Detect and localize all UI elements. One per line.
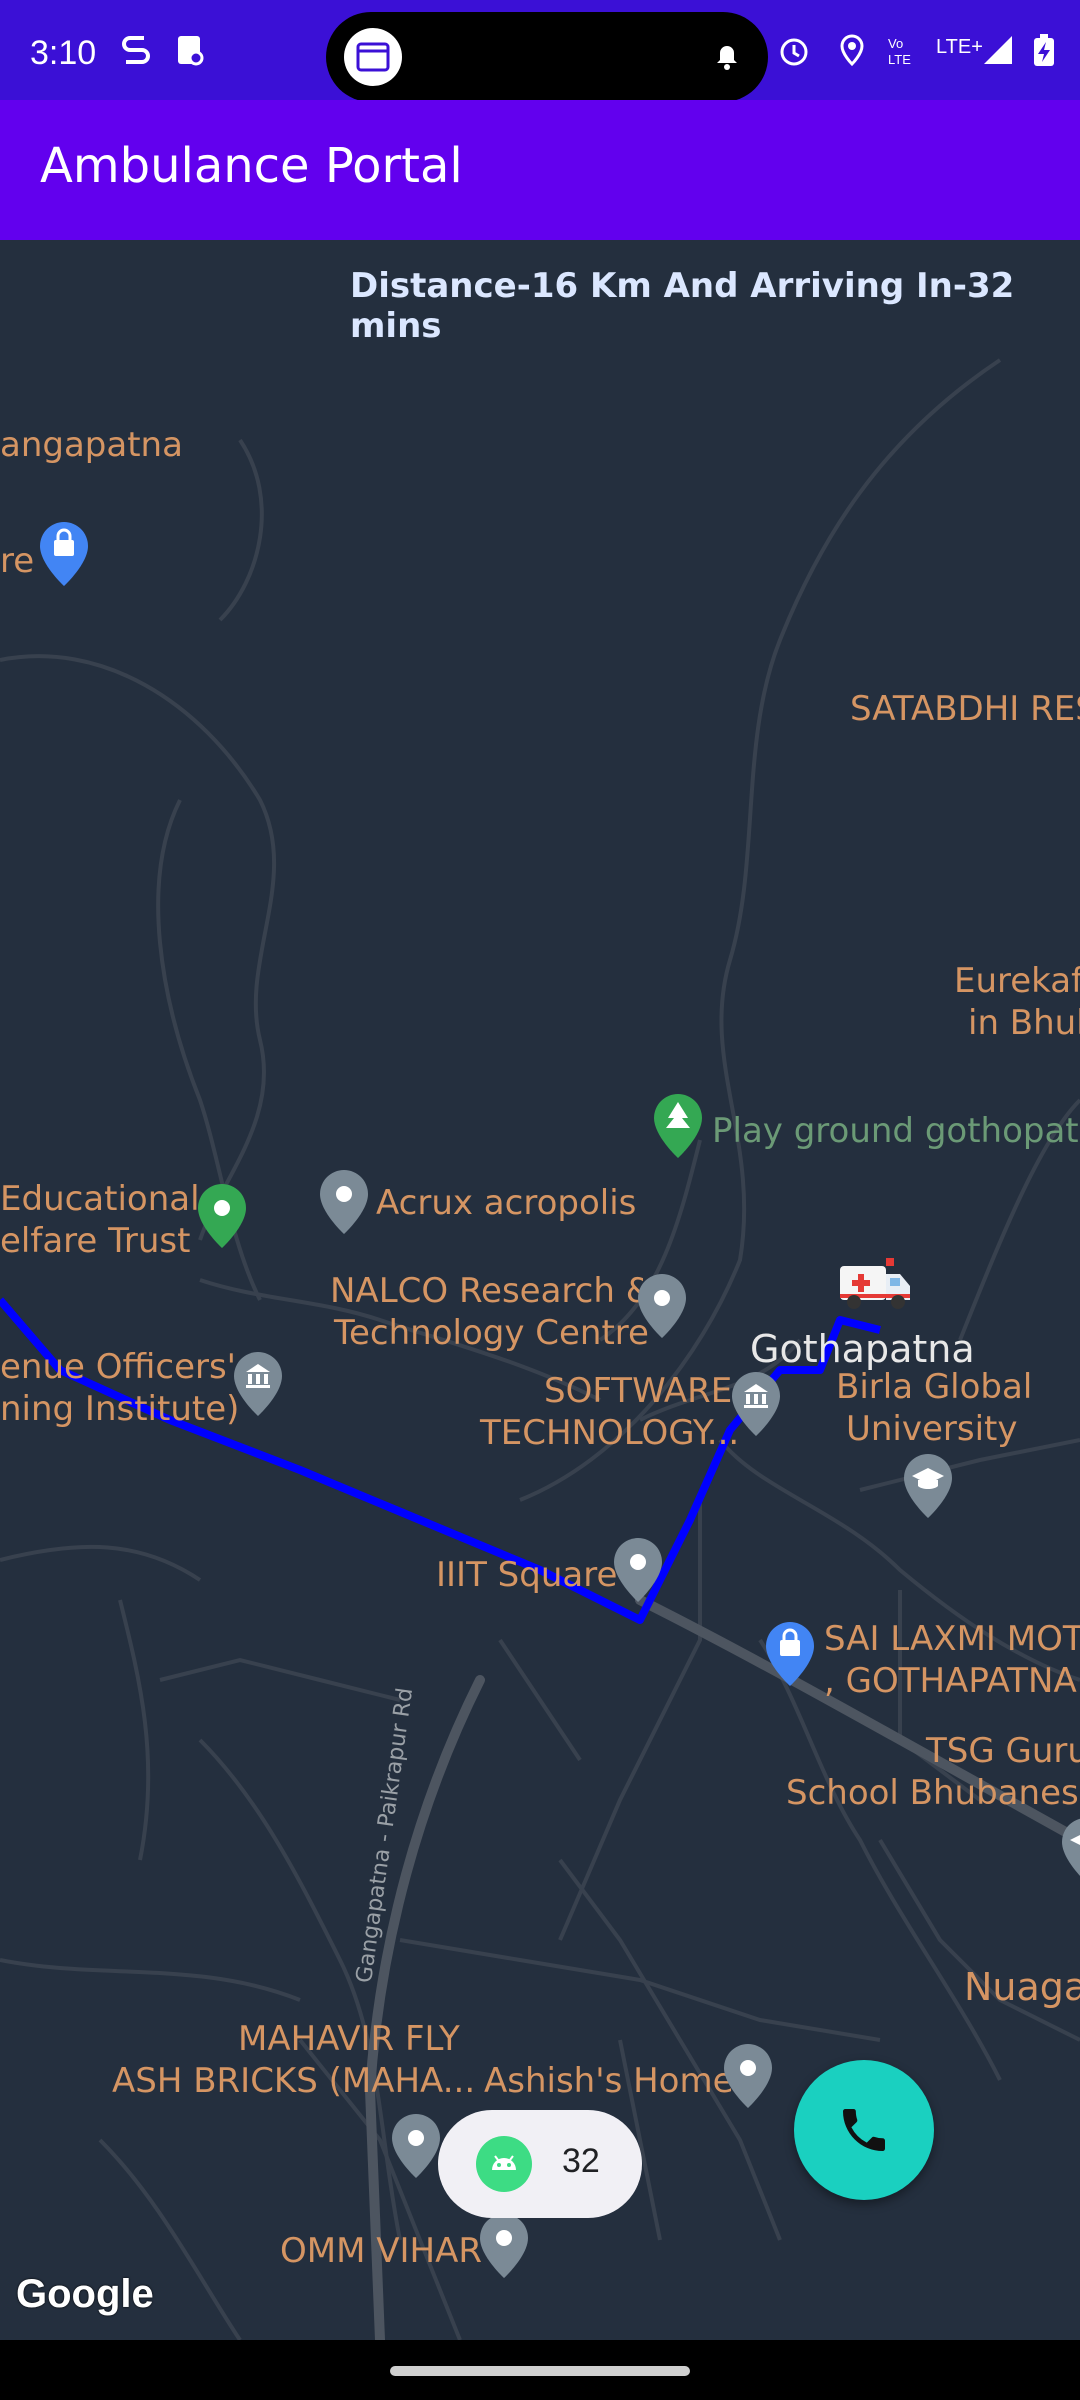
place-software-line1: SOFTWARE bbox=[544, 1371, 733, 1411]
map-view[interactable]: angapatna re SATABDHI RESO Eurekafe in B… bbox=[0, 240, 1080, 2340]
status-time: 3:10 bbox=[30, 34, 97, 72]
place-tsg-line2: School Bhubanesw bbox=[786, 1773, 1080, 1813]
chip-count: 32 bbox=[562, 2142, 600, 2180]
svg-text:Vo: Vo bbox=[888, 36, 903, 51]
place-educational-line2: elfare Trust bbox=[0, 1221, 191, 1261]
park-pin-icon[interactable] bbox=[652, 1092, 704, 1160]
notification-clipboard-icon bbox=[178, 36, 204, 66]
app-window-icon[interactable] bbox=[344, 28, 402, 86]
place-eurekafe-line2: in Bhub bbox=[968, 1003, 1080, 1043]
place-pin-icon[interactable] bbox=[722, 2042, 774, 2110]
shopping-bag-pin-icon[interactable] bbox=[38, 520, 90, 588]
place-mahavir-line1: MAHAVIR FLY bbox=[238, 2019, 460, 2059]
alarm-icon bbox=[780, 38, 808, 66]
place-eurekafe-line1: Eurekafe bbox=[954, 961, 1080, 1001]
page-title: Ambulance Portal bbox=[40, 138, 463, 194]
status-bar: 3:10 Vo LTE LTE+ bbox=[0, 0, 1080, 102]
volte-icon: VoLTE bbox=[888, 36, 911, 67]
android-icon bbox=[476, 2136, 532, 2192]
dynamic-island bbox=[326, 12, 768, 102]
place-ashish: Ashish's Home bbox=[484, 2061, 734, 2101]
place-iiit-square: IIIT Square bbox=[436, 1555, 618, 1595]
call-button[interactable] bbox=[794, 2060, 934, 2200]
school-pin-icon[interactable] bbox=[902, 1452, 954, 1520]
bell-icon bbox=[717, 46, 737, 70]
distance-eta-text: Distance-16 Km And Arriving In-32 mins bbox=[350, 266, 1015, 346]
place-sai-line1: SAI LAXMI MOTO bbox=[824, 1619, 1080, 1659]
place-pin-icon[interactable] bbox=[318, 1168, 370, 1236]
place-acrux: Acrux acropolis bbox=[376, 1183, 637, 1223]
place-software-line2: TECHNOLOGY... bbox=[480, 1413, 740, 1453]
school-pin-icon[interactable] bbox=[1060, 1816, 1080, 1884]
place-sai-line2: , GOTHAPATNA bbox=[824, 1661, 1077, 1701]
home-handle[interactable] bbox=[390, 2366, 690, 2376]
green-pin-icon[interactable] bbox=[196, 1182, 248, 1250]
place-omm-vihar: OMM VIHAR bbox=[280, 2231, 482, 2271]
place-gangapatna: angapatna bbox=[0, 425, 183, 465]
place-revenue-line2: ning Institute) bbox=[0, 1389, 240, 1429]
government-pin-icon[interactable] bbox=[232, 1350, 284, 1418]
government-pin-icon[interactable] bbox=[730, 1370, 782, 1438]
place-playground: Play ground gothopatan bbox=[712, 1111, 1080, 1151]
count-chip[interactable]: 32 bbox=[438, 2110, 642, 2218]
location-icon bbox=[840, 34, 864, 67]
place-pin-icon[interactable] bbox=[390, 2112, 442, 2180]
svg-text:LTE: LTE bbox=[888, 52, 911, 67]
place-pin-icon[interactable] bbox=[636, 1272, 688, 1340]
ambulance-icon[interactable] bbox=[836, 1250, 916, 1312]
place-nalco-line1: NALCO Research & bbox=[330, 1271, 653, 1311]
place-birla-line1: Birla Global bbox=[836, 1367, 1033, 1407]
notification-s-icon bbox=[122, 36, 150, 64]
signal-icon bbox=[984, 36, 1012, 64]
place-tsg-line1: TSG Guruk bbox=[926, 1731, 1080, 1771]
place-revenue-line1: enue Officers' bbox=[0, 1347, 237, 1387]
place-nuaga: Nuaga bbox=[964, 1965, 1080, 2009]
app-bar: Ambulance Portal bbox=[0, 100, 1080, 240]
navigation-bar bbox=[0, 2340, 1080, 2400]
phone-icon bbox=[843, 2109, 885, 2151]
shopping-bag-pin-icon[interactable] bbox=[764, 1620, 816, 1688]
place-educational-line1: Educational bbox=[0, 1179, 200, 1219]
place-birla-line2: University bbox=[846, 1409, 1018, 1449]
place-mahavir-line2: ASH BRICKS (MAHA... bbox=[112, 2061, 476, 2101]
place-satabdhi: SATABDHI RESO bbox=[850, 689, 1080, 729]
place-pin-icon[interactable] bbox=[478, 2212, 530, 2280]
place-pin-icon[interactable] bbox=[612, 1536, 664, 1604]
google-attribution: Google bbox=[16, 2272, 154, 2316]
place-store-partial: re bbox=[0, 541, 35, 581]
battery-charging-icon bbox=[1034, 34, 1054, 66]
place-nalco-line2: Technology Centre bbox=[334, 1313, 649, 1353]
network-type: LTE+ bbox=[936, 36, 983, 58]
place-gothapatna: Gothapatna bbox=[750, 1327, 975, 1371]
